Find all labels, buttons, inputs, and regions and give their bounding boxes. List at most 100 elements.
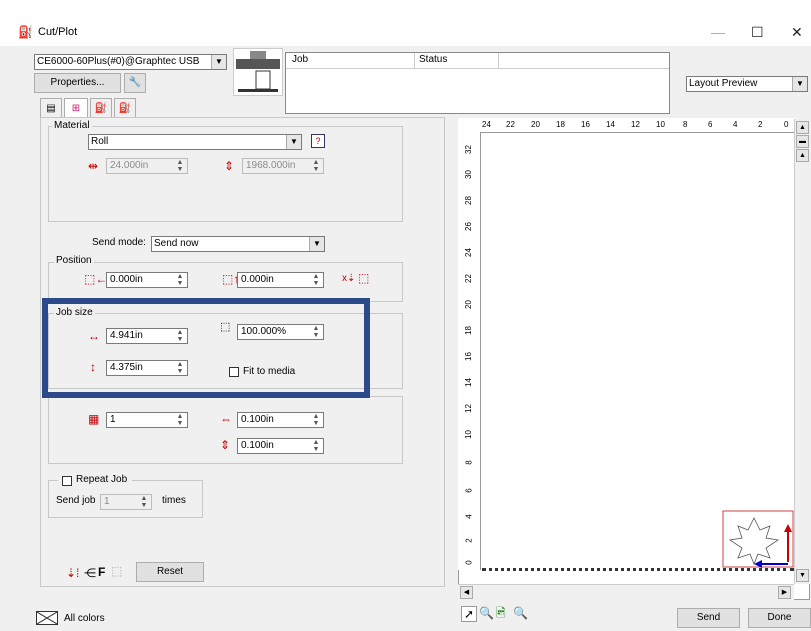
origin-icon[interactable]: ⬚ — [358, 271, 369, 285]
ruler-tick: 14 — [463, 378, 473, 387]
ruler-tick: 14 — [606, 120, 615, 129]
zoom-tool-icon[interactable]: 🔍 — [479, 606, 494, 620]
scroll-left-icon[interactable]: ◀ — [460, 586, 473, 599]
material-width-icon: ⇹ — [88, 159, 99, 173]
ruler-tick: 10 — [656, 120, 665, 129]
repeat-job-checkbox[interactable] — [62, 476, 72, 486]
position-x-spinner-icon[interactable]: ▲ ▼ — [174, 273, 186, 287]
tool-plus-icon: ⛽ — [118, 103, 132, 114]
ruler-tick: 10 — [463, 430, 473, 439]
plotter-settings-icon: 🔧 — [128, 77, 142, 88]
material-width-spinner-icon[interactable]: ▲ ▼ — [174, 159, 186, 173]
scroll-up-icon[interactable]: ▲ — [796, 121, 809, 134]
position-y-value: 0.000in — [241, 274, 274, 285]
job-list[interactable]: Job Status — [285, 52, 670, 114]
plotter-icon — [236, 51, 280, 92]
material-length-value: 1968.000in — [246, 160, 296, 171]
tab-material[interactable]: ▤ — [40, 98, 62, 118]
scroll-thumb[interactable]: ▬ — [796, 135, 809, 148]
tool-icon: ⛽ — [94, 103, 108, 114]
horizontal-spacing-spinner-icon[interactable]: ▲ ▼ — [310, 413, 322, 427]
material-length-icon: ⇕ — [224, 159, 235, 173]
material-type-select[interactable]: Roll ▼ — [88, 134, 302, 150]
ruler-tick: 30 — [463, 170, 473, 179]
ruler-tick: 0 — [464, 560, 474, 565]
material-help-icon[interactable]: ? — [311, 134, 325, 148]
job-preview-graphic[interactable] — [722, 510, 794, 568]
position-y-spinner-icon[interactable]: ▲ ▼ — [310, 273, 322, 287]
repeat-times-spinner-icon[interactable]: ▲ ▼ — [138, 495, 150, 509]
repeat-job-label: Repeat Job — [76, 474, 128, 485]
device-settings-button[interactable]: 🔧 — [124, 73, 146, 93]
weed-border-icon[interactable]: ⇣⁞ — [66, 566, 79, 580]
material-group-label: Material — [52, 120, 92, 131]
registration-icon[interactable]: ⋲ — [84, 566, 96, 580]
ruler-tick: 2 — [758, 120, 763, 129]
ruler-tick: 26 — [463, 222, 473, 231]
pointer-tool-icon[interactable]: ➚ — [461, 606, 477, 622]
copies-group — [48, 396, 403, 464]
position-x-value: 0.000in — [110, 274, 143, 285]
ruler-tick: 20 — [463, 300, 473, 309]
copies-count-value: 1 — [110, 414, 116, 425]
zoom-page-icon[interactable]: 🖻 — [496, 606, 506, 620]
done-button[interactable]: Done — [748, 608, 811, 628]
send-mode-value: Send now — [154, 238, 199, 249]
preview-vertical-scrollbar[interactable]: ▲ ▬ ▲ ▼ — [794, 119, 810, 584]
material-length-spinner-icon[interactable]: ▲ ▼ — [310, 159, 322, 173]
reset-button[interactable]: Reset — [136, 562, 204, 582]
job-list-header: Job Status — [286, 53, 669, 69]
horizontal-spacing-icon: ⇔ — [220, 412, 232, 426]
window-title: Cut/Plot — [38, 26, 78, 38]
device-select[interactable]: CE6000-60Plus(#0)@Graphtec USB ▼ — [34, 54, 227, 70]
minimize-button[interactable]: — — [711, 24, 725, 40]
view-select[interactable]: Layout Preview ▼ — [686, 76, 808, 92]
ruler-tick: 6 — [708, 120, 713, 129]
ruler-tick: 8 — [683, 120, 688, 129]
close-button[interactable]: ✕ — [791, 24, 803, 41]
preview-horizontal-scrollbar[interactable]: ◀ ▶ — [458, 584, 794, 600]
vertical-spacing-value: 0.100in — [241, 440, 274, 451]
chevron-down-icon: ▼ — [792, 77, 807, 91]
tab-advanced-tool[interactable]: ⛽ — [114, 98, 136, 118]
job-column-header[interactable]: Job — [292, 54, 308, 65]
reset-position-icon[interactable]: x⇣ — [342, 272, 355, 286]
scroll-down-icon[interactable]: ▼ — [796, 569, 809, 582]
scroll-right-icon[interactable]: ▶ — [778, 586, 791, 599]
ruler-tick: 16 — [463, 352, 473, 361]
properties-button[interactable]: Properties... — [34, 73, 121, 93]
vertical-spacing-spinner-icon[interactable]: ▲ ▼ — [310, 439, 322, 453]
send-job-label: Send job — [56, 495, 96, 506]
ruler-tick: 20 — [531, 120, 540, 129]
vertical-spacing-icon: ⇕ — [220, 438, 231, 452]
ruler-tick: 12 — [463, 404, 473, 413]
send-button[interactable]: Send — [677, 608, 740, 628]
app-icon: ⛽ — [18, 25, 33, 39]
ruler-tick: 2 — [464, 538, 474, 543]
job-size-highlight-box — [42, 298, 370, 398]
title-bar: ⛽ Cut/Plot — ☐ ✕ — [0, 20, 811, 46]
chevron-down-icon: ▼ — [211, 55, 226, 69]
all-colors-icon[interactable] — [36, 611, 58, 625]
send-mode-select[interactable]: Send now ▼ — [151, 236, 325, 252]
tab-tool[interactable]: ⛽ — [90, 98, 112, 118]
ruler-tick: 24 — [482, 120, 491, 129]
zoom-fit-icon[interactable]: 🔍 — [513, 606, 528, 620]
ruler-tick: 18 — [556, 120, 565, 129]
scroll-up-small-icon[interactable]: ▲ — [796, 149, 809, 162]
ruler-tick: 12 — [631, 120, 640, 129]
chevron-down-icon: ▼ — [286, 135, 301, 149]
frame-icon[interactable]: ⬚ — [111, 564, 122, 578]
font-icon[interactable]: F — [98, 565, 105, 579]
position-group-label: Position — [54, 255, 94, 266]
layout-icon: ⊞ — [71, 103, 81, 114]
maximize-button[interactable]: ☐ — [751, 24, 764, 41]
times-label: times — [162, 495, 186, 506]
media-preview — [482, 133, 794, 567]
page-icon: ▤ — [46, 103, 56, 114]
horizontal-spacing-value: 0.100in — [241, 414, 274, 425]
ruler-tick: 22 — [506, 120, 515, 129]
status-column-header[interactable]: Status — [419, 54, 447, 65]
copies-count-spinner-icon[interactable]: ▲ ▼ — [174, 413, 186, 427]
ruler-tick: 4 — [733, 120, 738, 129]
